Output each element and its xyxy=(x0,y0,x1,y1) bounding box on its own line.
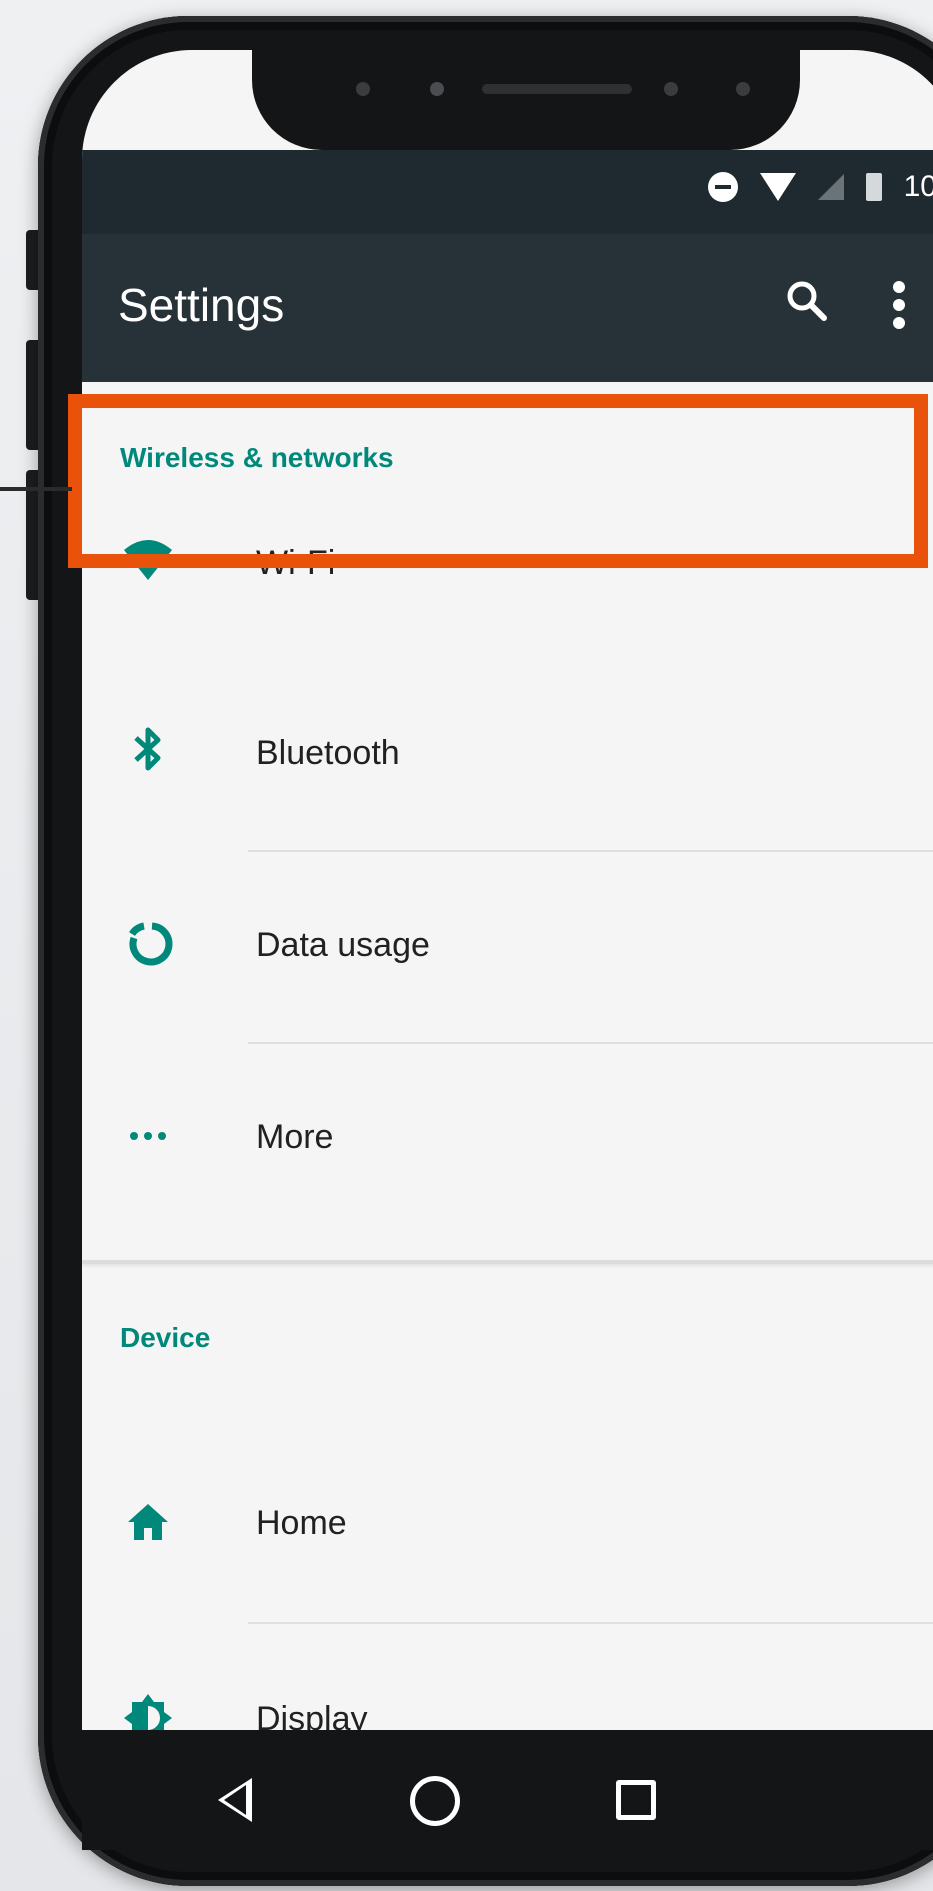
home-circle-icon[interactable] xyxy=(410,1776,460,1826)
earpiece-speaker xyxy=(482,84,632,94)
sensor-dot xyxy=(356,82,370,96)
camera-notch xyxy=(252,50,800,150)
back-icon[interactable] xyxy=(218,1778,252,1822)
settings-item-home[interactable]: Home xyxy=(82,1440,933,1630)
recents-icon[interactable] xyxy=(616,1780,656,1820)
callout-pointer-line xyxy=(0,487,72,491)
home-icon xyxy=(122,1496,174,1548)
navigation-bar xyxy=(82,1730,933,1850)
sensor-dot xyxy=(736,82,750,96)
camera-dot xyxy=(430,82,444,96)
settings-item-label: Home xyxy=(256,1504,347,1542)
wifi-highlight-box xyxy=(68,394,928,568)
list-divider xyxy=(248,1622,933,1624)
tutorial-graphic: 10:3 Settings Wireless & networks xyxy=(0,0,933,1891)
sensor-dot xyxy=(664,82,678,96)
screen-lower-area: Home Display xyxy=(82,50,933,1850)
